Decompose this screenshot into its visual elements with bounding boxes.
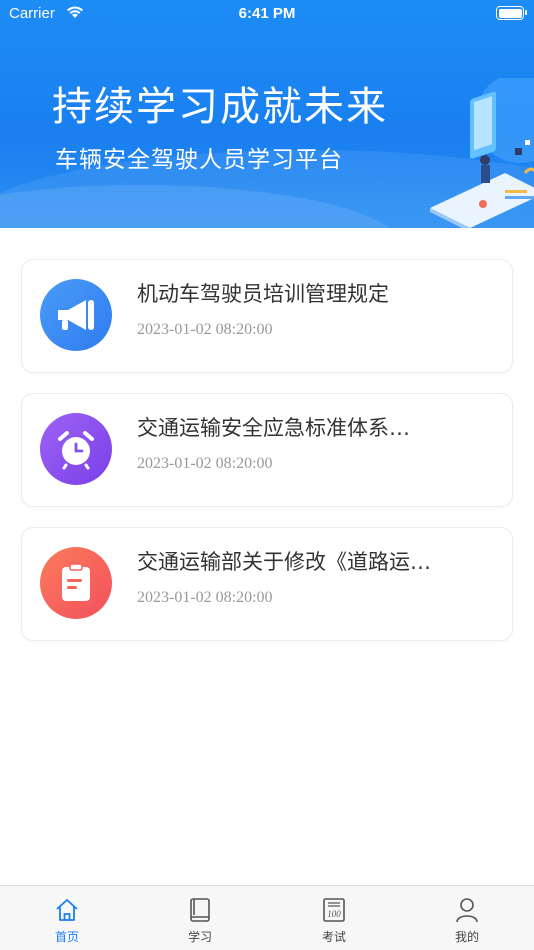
news-timestamp: 2023-01-02 08:20:00	[137, 321, 273, 338]
banner-title: 持续学习成就未来	[52, 84, 388, 130]
status-bar: Carrier 6:41 PM	[0, 0, 534, 28]
news-title: 交通运输部关于修改《道路运…	[137, 550, 431, 574]
tab-label: 考试	[321, 930, 346, 944]
bottom-tab-bar: 首页 学习 100 考试 我的	[0, 885, 534, 950]
clipboard-icon	[40, 547, 112, 619]
book-icon	[190, 898, 210, 922]
tab-home[interactable]: 首页	[0, 886, 134, 950]
banner-subtitle: 车辆安全驾驶人员学习平台	[55, 147, 343, 173]
clock-time: 6:41 PM	[238, 5, 296, 22]
news-title: 机动车驾驶员培训管理规定	[137, 282, 389, 306]
news-timestamp: 2023-01-02 08:20:00	[137, 455, 273, 472]
banner: Carrier 6:41 PM 持续学习成就未来 车辆安全驾驶人员学习平台	[0, 0, 534, 228]
megaphone-icon	[40, 279, 112, 351]
tab-label: 首页	[54, 930, 79, 944]
alarm-clock-icon	[40, 413, 112, 485]
news-card[interactable]: 机动车驾驶员培训管理规定 2023-01-02 08:20:00	[21, 259, 513, 373]
home-icon	[56, 899, 78, 921]
learning-illustration-icon	[430, 78, 534, 228]
tab-mine[interactable]: 我的	[400, 886, 534, 950]
news-card[interactable]: 交通运输部关于修改《道路运… 2023-01-02 08:20:00	[21, 527, 513, 641]
user-icon	[456, 898, 478, 923]
tab-label: 学习	[187, 930, 212, 944]
tab-exam[interactable]: 100 考试	[267, 886, 401, 950]
news-title: 交通运输安全应急标准体系…	[137, 416, 410, 440]
news-timestamp: 2023-01-02 08:20:00	[137, 589, 273, 606]
tab-study[interactable]: 学习	[133, 886, 267, 950]
exam-icon: 100	[323, 898, 345, 922]
tab-label: 我的	[454, 930, 479, 944]
news-card[interactable]: 交通运输安全应急标准体系… 2023-01-02 08:20:00	[21, 393, 513, 507]
svg-text:100: 100	[327, 909, 341, 919]
battery-icon	[496, 6, 527, 20]
